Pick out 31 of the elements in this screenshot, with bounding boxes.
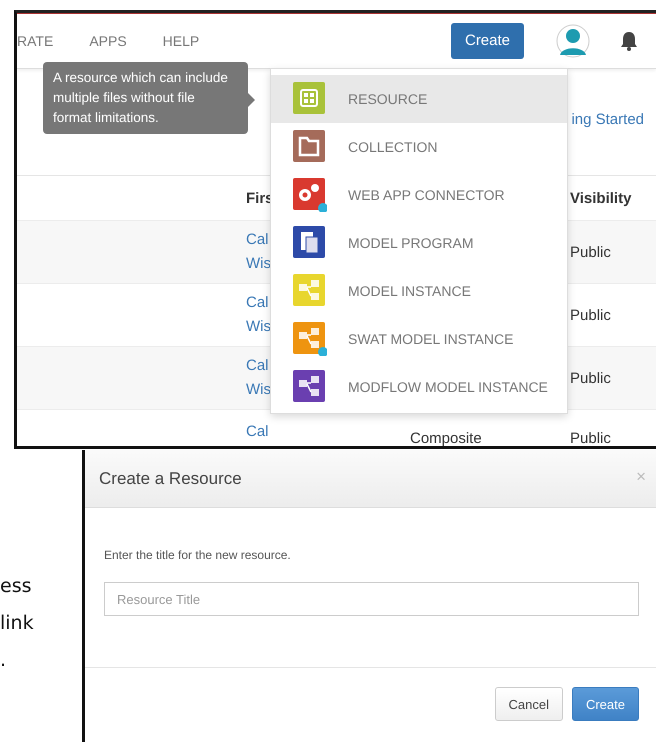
table-cell-text: Public	[570, 306, 612, 324]
tooltip: A resource which can include multiple files without file format limitations.	[43, 62, 248, 134]
author-link[interactable]: Cal	[246, 420, 410, 444]
menu-item[interactable]: MODEL INSTANCE	[271, 267, 567, 315]
table-cell-text: Public	[570, 244, 612, 260]
create-button[interactable]: Create	[451, 22, 524, 58]
table-cell-text: Public	[570, 430, 612, 446]
caption-text: ess	[0, 574, 32, 599]
menu-item[interactable]: COLLECTION	[271, 123, 567, 171]
dialog-title: Create a Resource	[99, 468, 242, 488]
menu-item[interactable]: RESOURCE	[271, 75, 567, 123]
menu-item[interactable]: MODEL PROGRAM	[271, 219, 567, 267]
caption-text: link	[0, 611, 35, 636]
nav-item[interactable]: APPS	[89, 32, 127, 48]
column-header: Visibility	[570, 190, 632, 206]
nav-item[interactable]: RATE	[17, 32, 54, 48]
tooltip-arrow-icon	[248, 93, 255, 107]
nav-item[interactable]: HELP	[162, 32, 200, 48]
menu-item[interactable]: SWAT MODEL INSTANCE	[271, 315, 567, 363]
caption-text: .	[0, 648, 8, 673]
getting-started-link[interactable]: ing Started	[571, 110, 644, 128]
cancel-button[interactable]: Cancel	[494, 687, 563, 721]
table-cell-text: Public	[570, 370, 612, 386]
menu-item[interactable]: MODFLOW MODEL INSTANCE	[271, 363, 567, 411]
menu-item[interactable]: WEB APP CONNECTOR	[271, 171, 567, 219]
avatar-icon[interactable]	[556, 24, 590, 58]
create-button[interactable]: Create	[572, 687, 639, 721]
table-cell-text: Composite	[410, 430, 483, 446]
dialog-prompt: Enter the title for the new resource.	[104, 548, 292, 562]
title-field[interactable]: Resource Title	[104, 582, 639, 616]
bell-icon[interactable]	[620, 30, 638, 50]
